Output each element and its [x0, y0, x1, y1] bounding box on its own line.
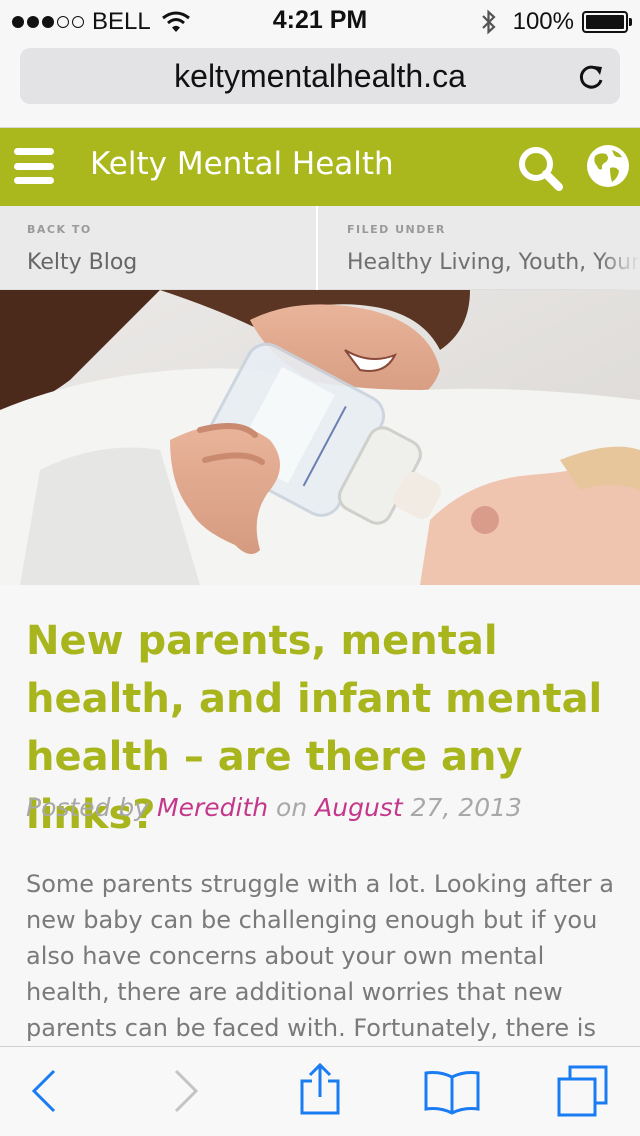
article-body: Some parents struggle with a lot. Lookin… [26, 870, 614, 1042]
back-to-label: BACK TO [27, 223, 92, 236]
battery-level [586, 15, 624, 29]
globe-icon[interactable] [586, 144, 630, 188]
author-link[interactable]: Meredith [157, 793, 268, 822]
back-to-value[interactable]: Kelty Blog [27, 250, 137, 275]
date-day-year: 27, 2013 [410, 793, 522, 822]
posted-by-label: Posted by [26, 793, 150, 822]
breadcrumb: BACK TO Kelty Blog FILED UNDER Healthy L… [0, 206, 640, 290]
book-icon[interactable] [424, 1069, 480, 1115]
reload-icon[interactable] [578, 61, 606, 91]
battery-icon [582, 11, 632, 33]
hero-image [0, 290, 640, 585]
menu-icon[interactable] [14, 148, 54, 184]
browser-address-area: keltymentalhealth.ca [0, 40, 640, 128]
chevron-right-icon[interactable] [172, 1069, 200, 1113]
wifi-icon [161, 11, 190, 32]
tabs-icon[interactable] [556, 1065, 610, 1119]
browser-toolbar [0, 1046, 640, 1136]
status-left: BELL [12, 8, 191, 36]
hero-photo [0, 290, 640, 585]
url-bar[interactable]: keltymentalhealth.ca [20, 48, 620, 104]
status-right: 100% [481, 8, 632, 36]
url-text[interactable]: keltymentalhealth.ca [20, 58, 620, 95]
bluetooth-icon [481, 9, 496, 35]
site-header: Kelty Mental Health [0, 128, 640, 206]
filed-under-value[interactable]: Healthy Living, Youth, Young Adults [347, 250, 640, 275]
search-icon[interactable] [516, 144, 564, 192]
article-meta: Posted by Meredith on August 27, 2013 [26, 793, 522, 822]
battery-percent: 100% [512, 8, 574, 35]
date-month-link[interactable]: August [315, 793, 403, 822]
share-icon[interactable] [298, 1063, 342, 1117]
text-fade [600, 206, 640, 290]
site-title[interactable]: Kelty Mental Health [90, 146, 394, 182]
back-to-link[interactable]: BACK TO Kelty Blog [0, 206, 318, 290]
chevron-left-icon[interactable] [30, 1069, 58, 1113]
on-label: on [276, 793, 308, 822]
signal-strength-icon [12, 16, 84, 28]
filed-under-link[interactable]: FILED UNDER Healthy Living, Youth, Young… [320, 206, 640, 290]
carrier-name: BELL [92, 8, 151, 35]
filed-under-label: FILED UNDER [347, 223, 446, 236]
status-bar: BELL 4:21 PM 100% [0, 0, 640, 40]
